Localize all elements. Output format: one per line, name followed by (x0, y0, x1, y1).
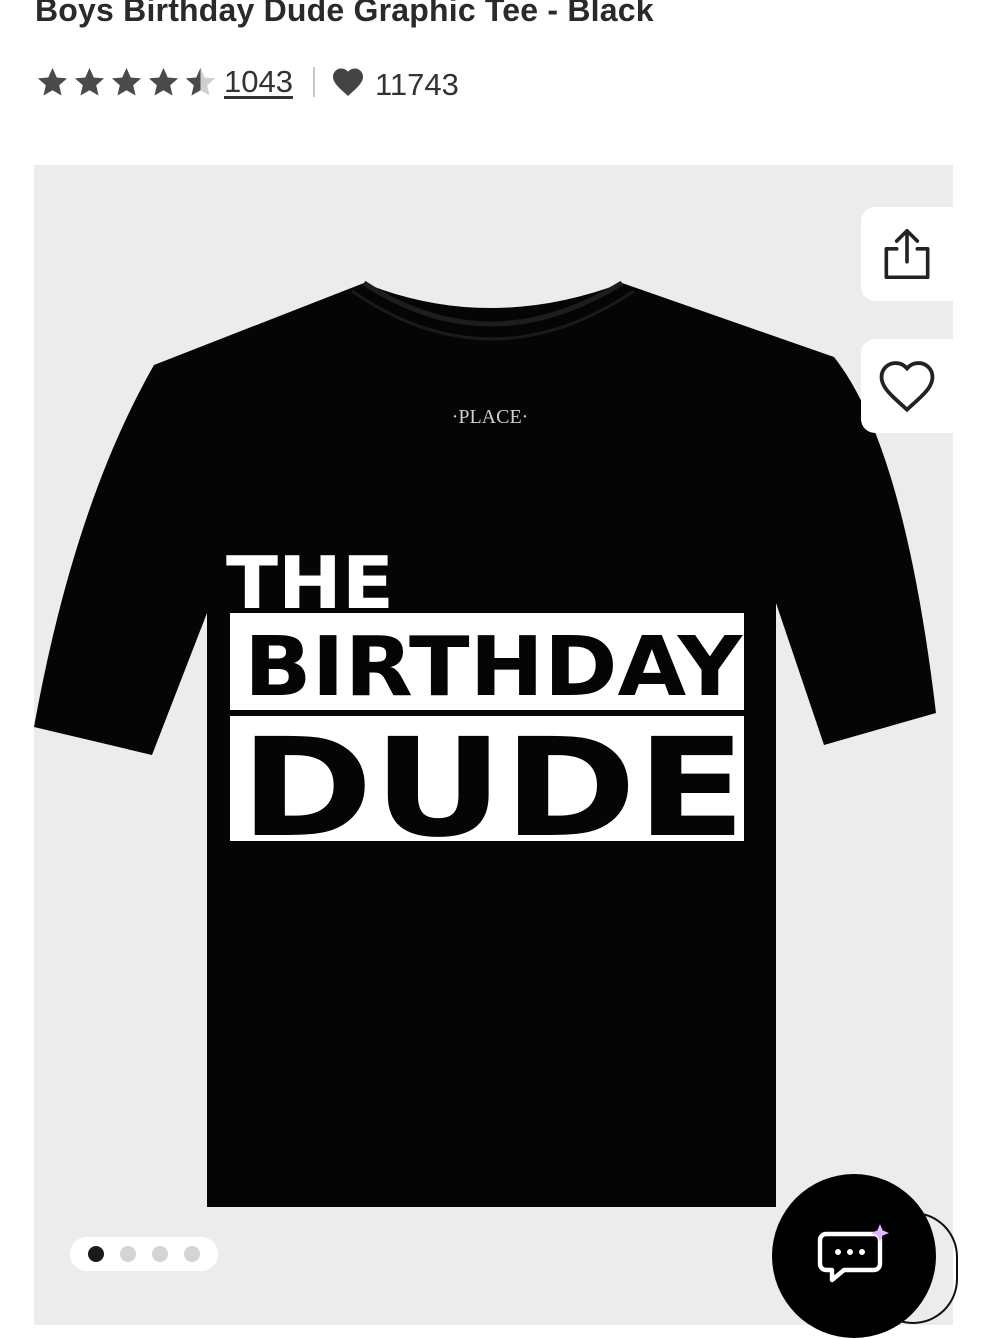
star-icon (37, 67, 68, 95)
heart-outline-icon (879, 361, 935, 413)
graphic-text-birthday: BIRTHDAY (244, 620, 744, 715)
wishlist-button[interactable] (861, 339, 953, 433)
chat-sparkle-icon (817, 1224, 889, 1283)
share-icon (884, 228, 930, 280)
star-icon (74, 67, 105, 95)
product-image[interactable]: ·PLACE· THE BIRTHDAY DUDE (34, 165, 953, 1325)
product-title: Boys Birthday Dude Graphic Tee - Black (35, 0, 654, 28)
rating-row: 1043 11743 (35, 60, 459, 104)
favorites-count: 11743 (374, 67, 459, 102)
carousel-dot-4[interactable] (184, 1246, 200, 1262)
carousel-dot-1[interactable] (88, 1246, 104, 1262)
share-button[interactable] (861, 207, 953, 301)
graphic-text-dude: DUDE (240, 710, 746, 868)
star-icon (111, 67, 142, 95)
chat-button[interactable] (772, 1174, 936, 1338)
neck-label-text: ·PLACE· (452, 406, 529, 428)
carousel-dots (70, 1237, 218, 1271)
carousel-dot-2[interactable] (120, 1246, 136, 1262)
heart-filled-icon (332, 68, 363, 96)
graphic-text-the: THE (226, 541, 394, 625)
review-count-link[interactable]: 1043 (224, 64, 293, 100)
half-star-icon (185, 67, 216, 95)
divider (312, 67, 315, 97)
product-image-gallery[interactable]: ·PLACE· THE BIRTHDAY DUDE (34, 165, 953, 1325)
star-rating[interactable] (35, 65, 218, 100)
carousel-dot-3[interactable] (152, 1246, 168, 1262)
star-icon (148, 67, 179, 95)
